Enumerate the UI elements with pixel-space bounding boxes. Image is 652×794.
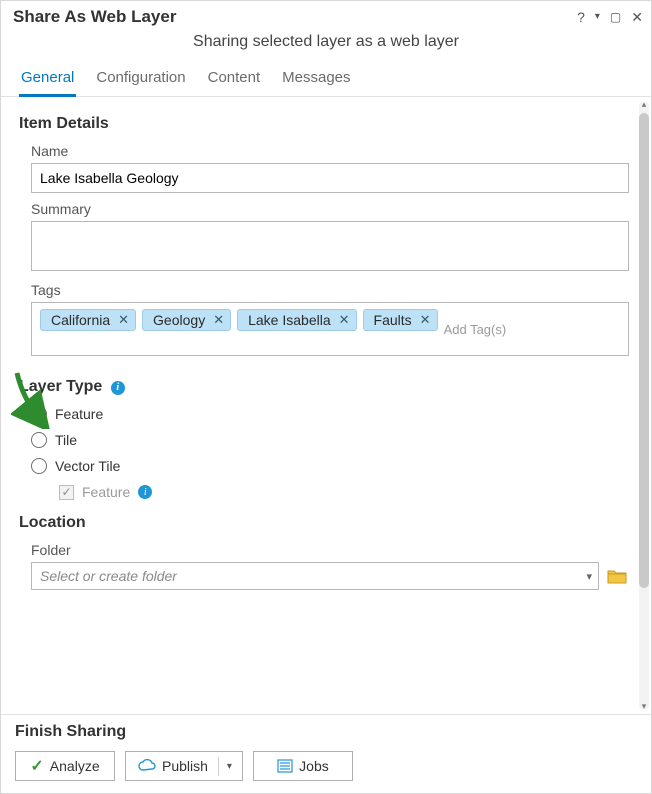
- tag-label: Geology: [153, 312, 205, 328]
- info-icon[interactable]: i: [138, 485, 152, 499]
- layer-type-title-text: Layer Type: [19, 378, 102, 395]
- info-icon[interactable]: i: [111, 381, 125, 395]
- sub-feature-label: Feature: [82, 484, 130, 500]
- checkbox-icon: ✓: [59, 485, 74, 500]
- section-location: Location: [19, 514, 629, 532]
- publish-button[interactable]: Publish ▾: [125, 751, 243, 781]
- jobs-button[interactable]: Jobs: [253, 751, 353, 781]
- tag-label: Lake Isabella: [248, 312, 331, 328]
- scrollbar-thumb[interactable]: [639, 113, 649, 588]
- tag-chip[interactable]: Lake Isabella ✕: [237, 309, 356, 331]
- tag-remove-icon[interactable]: ✕: [339, 312, 350, 328]
- browse-folder-button[interactable]: [605, 562, 629, 590]
- publish-label: Publish: [162, 758, 208, 774]
- tag-chip[interactable]: Faults ✕: [363, 309, 438, 331]
- window-subtitle: Sharing selected layer as a web layer: [1, 29, 651, 63]
- tab-general[interactable]: General: [19, 63, 76, 97]
- tag-label: Faults: [374, 312, 412, 328]
- scroll-up-icon[interactable]: ▴: [639, 99, 649, 110]
- radio-icon: [31, 406, 47, 422]
- section-finish-sharing: Finish Sharing: [15, 723, 637, 741]
- tab-configuration[interactable]: Configuration: [94, 63, 187, 96]
- analyze-button[interactable]: ✓ Analyze: [15, 751, 115, 781]
- folder-row: Select or create folder ▾: [31, 562, 629, 590]
- layer-type-radio-group: Feature Tile Vector Tile ✓ Feature i: [31, 406, 629, 500]
- help-icon[interactable]: ?: [577, 10, 585, 24]
- share-as-web-layer-pane: Share As Web Layer ? ▾ ▢ ✕ Sharing selec…: [0, 0, 652, 794]
- name-input[interactable]: [31, 163, 629, 193]
- label-summary: Summary: [31, 201, 629, 217]
- body-wrap: Item Details Name Summary Tags Californi…: [1, 97, 651, 714]
- footer: Finish Sharing ✓ Analyze Publish ▾: [1, 714, 651, 793]
- chevron-down-icon[interactable]: ▾: [218, 757, 238, 776]
- tag-label: California: [51, 312, 110, 328]
- section-item-details: Item Details: [19, 115, 629, 133]
- tag-remove-icon[interactable]: ✕: [118, 312, 129, 328]
- close-icon[interactable]: ✕: [631, 10, 643, 24]
- tag-remove-icon[interactable]: ✕: [213, 312, 224, 328]
- radio-tile[interactable]: Tile: [31, 432, 629, 448]
- tag-chip[interactable]: Geology ✕: [142, 309, 231, 331]
- tag-chip[interactable]: California ✕: [40, 309, 136, 331]
- titlebar-controls: ? ▾ ▢ ✕: [577, 10, 643, 24]
- body-scroll: Item Details Name Summary Tags Californi…: [1, 97, 651, 714]
- sub-feature-checkbox-row: ✓ Feature i: [59, 484, 629, 500]
- radio-label: Feature: [55, 406, 103, 422]
- titlebar: Share As Web Layer ? ▾ ▢ ✕: [1, 1, 651, 29]
- summary-input[interactable]: [31, 221, 629, 271]
- radio-label: Vector Tile: [55, 458, 120, 474]
- footer-buttons: ✓ Analyze Publish ▾ Jobs: [15, 751, 637, 781]
- analyze-label: Analyze: [50, 758, 100, 774]
- tab-messages[interactable]: Messages: [280, 63, 352, 96]
- restore-icon[interactable]: ▢: [610, 11, 621, 23]
- add-tags-placeholder: Add Tag(s): [444, 322, 507, 337]
- radio-vector-tile[interactable]: Vector Tile: [31, 458, 629, 474]
- section-layer-type: Layer Type i: [19, 378, 629, 396]
- check-icon: ✓: [30, 756, 43, 776]
- cloud-icon: [138, 759, 156, 773]
- list-icon: [277, 759, 293, 773]
- radio-label: Tile: [55, 432, 77, 448]
- tab-strip: General Configuration Content Messages: [1, 63, 651, 97]
- window-title: Share As Web Layer: [13, 7, 176, 27]
- chevron-down-icon: ▾: [586, 570, 592, 583]
- scroll-down-icon[interactable]: ▾: [639, 701, 649, 712]
- dropdown-icon[interactable]: ▾: [595, 12, 600, 22]
- radio-feature[interactable]: Feature: [31, 406, 629, 422]
- tag-remove-icon[interactable]: ✕: [420, 312, 431, 328]
- tab-content[interactable]: Content: [206, 63, 263, 96]
- label-tags: Tags: [31, 282, 629, 298]
- scrollbar[interactable]: ▴ ▾: [639, 101, 649, 710]
- folder-placeholder: Select or create folder: [40, 568, 177, 584]
- label-folder: Folder: [31, 542, 629, 558]
- jobs-label: Jobs: [299, 758, 329, 774]
- radio-icon: [31, 458, 47, 474]
- radio-icon: [31, 432, 47, 448]
- label-name: Name: [31, 143, 629, 159]
- tags-input[interactable]: California ✕ Geology ✕ Lake Isabella ✕ F…: [31, 302, 629, 356]
- folder-select[interactable]: Select or create folder ▾: [31, 562, 599, 590]
